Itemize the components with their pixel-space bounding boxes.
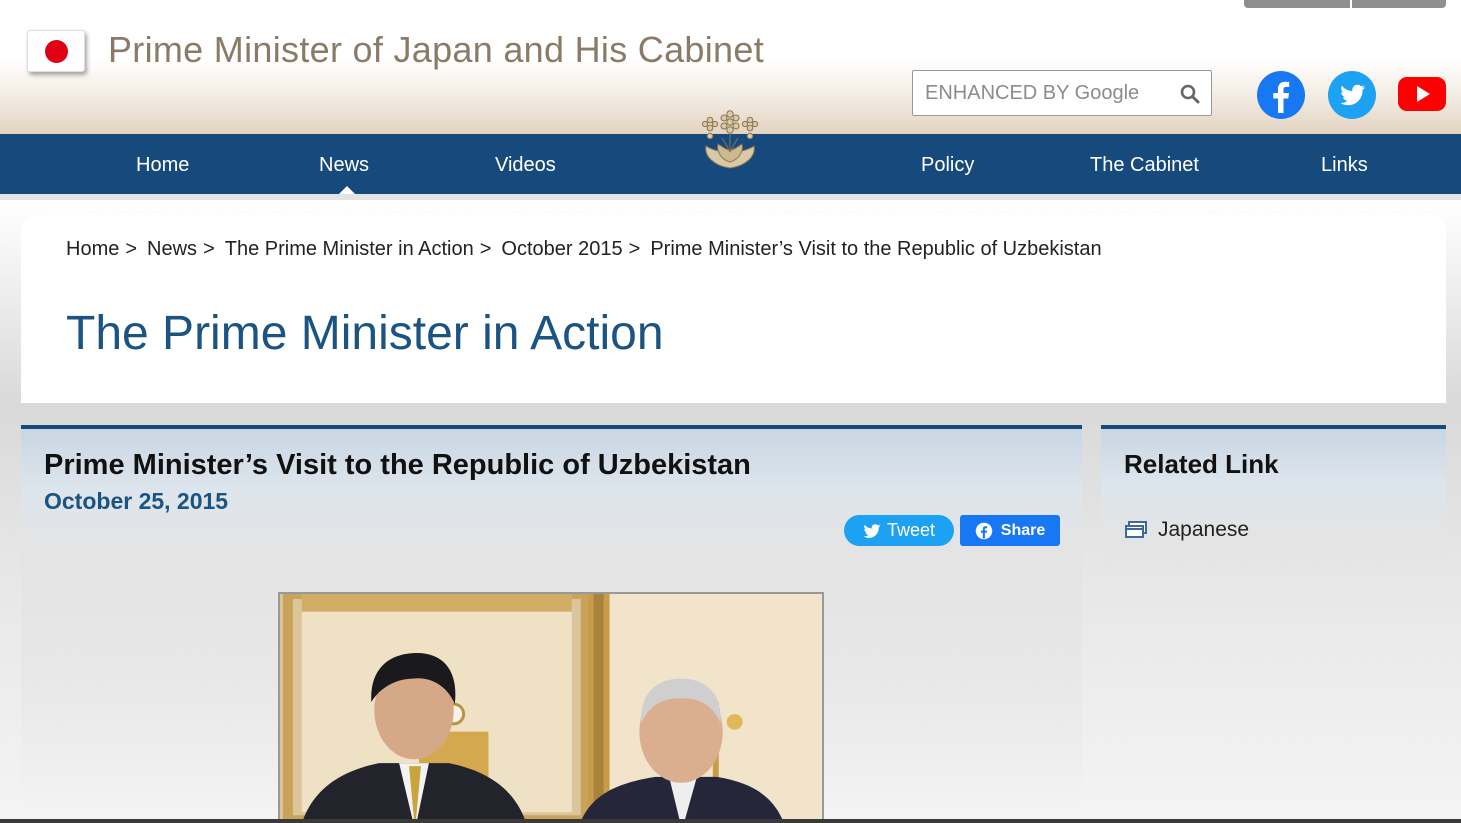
- facebook-share-button[interactable]: Share: [960, 515, 1060, 546]
- paulownia-crest-icon[interactable]: [696, 106, 764, 170]
- nav-item-policy[interactable]: Policy: [921, 134, 974, 194]
- page-header-card: Home > News > The Prime Minister in Action > O…: [21, 214, 1446, 403]
- breadcrumb-october-2015[interactable]: October 2015: [501, 238, 622, 260]
- youtube-icon[interactable]: [1397, 76, 1447, 112]
- breadcrumb-separator: >: [125, 238, 138, 260]
- japan-flag-logo[interactable]: [27, 30, 85, 72]
- breadcrumb-news[interactable]: News: [147, 238, 197, 260]
- viewport-bottom-edge: [0, 819, 1461, 823]
- nav-divider: [0, 194, 1461, 200]
- breadcrumb: Home > News > The Prime Minister in Action > O…: [66, 238, 1102, 261]
- search-box[interactable]: [912, 70, 1212, 116]
- facebook-icon[interactable]: [1256, 70, 1306, 120]
- nav-item-videos[interactable]: Videos: [495, 134, 556, 194]
- breadcrumb-home[interactable]: Home: [66, 238, 119, 260]
- search-input[interactable]: [913, 71, 1163, 115]
- article-section: Prime Minister’s Visit to the Republic o…: [21, 425, 1082, 823]
- nav-item-links[interactable]: Links: [1321, 134, 1368, 194]
- twitter-icon[interactable]: [1327, 70, 1377, 120]
- flag-sun-icon: [45, 40, 68, 63]
- related-link-sidebar: Related Link Japanese: [1101, 425, 1446, 575]
- article-photo[interactable]: [278, 592, 824, 823]
- twitter-bird-icon: [863, 523, 881, 538]
- active-nav-indicator: [339, 186, 355, 194]
- breadcrumb-separator: >: [628, 238, 641, 260]
- top-utility-tab-divider: [1350, 0, 1352, 8]
- article-title: Prime Minister’s Visit to the Republic o…: [44, 449, 751, 481]
- related-link-japanese[interactable]: Japanese: [1124, 518, 1249, 542]
- nav-item-home[interactable]: Home: [136, 134, 189, 194]
- breadcrumb-current: Prime Minister’s Visit to the Republic o…: [650, 238, 1102, 260]
- breadcrumb-pm-in-action[interactable]: The Prime Minister in Action: [225, 238, 474, 260]
- article-date: October 25, 2015: [44, 488, 229, 514]
- breadcrumb-separator: >: [479, 238, 492, 260]
- nav-item-news[interactable]: News: [319, 134, 369, 194]
- sidebar-title: Related Link: [1124, 449, 1279, 479]
- tweet-label: Tweet: [886, 520, 936, 540]
- windows-link-icon: [1125, 521, 1147, 538]
- nav-item-the-cabinet[interactable]: The Cabinet: [1090, 134, 1199, 194]
- facebook-icon: [975, 522, 993, 539]
- breadcrumb-separator: >: [203, 238, 215, 260]
- page-title: The Prime Minister in Action: [66, 307, 664, 360]
- tweet-button[interactable]: Tweet: [844, 515, 954, 546]
- search-icon[interactable]: [1179, 83, 1201, 105]
- top-utility-tab[interactable]: [1244, 0, 1446, 8]
- site-title[interactable]: Prime Minister of Japan and His Cabinet: [108, 29, 764, 71]
- related-link-label: Japanese: [1158, 518, 1250, 541]
- share-label: Share: [1000, 521, 1046, 539]
